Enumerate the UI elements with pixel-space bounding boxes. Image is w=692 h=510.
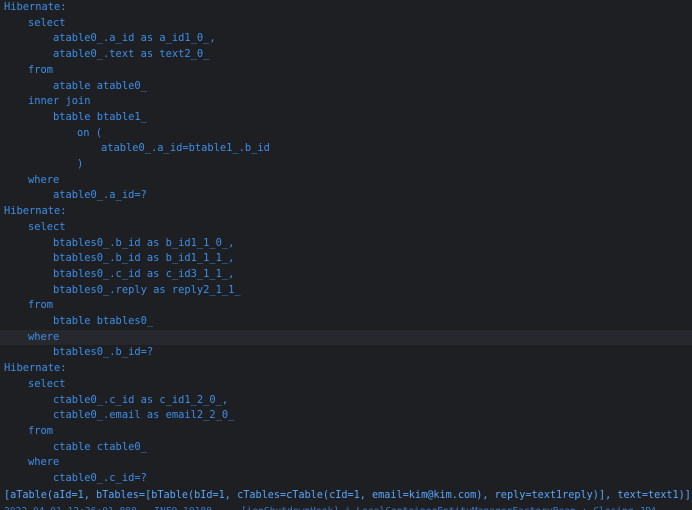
console-line: atable0_.a_id=? bbox=[0, 188, 692, 204]
result-output-line: [aTable(aId=1, bTables=[bTable(bId=1, cT… bbox=[0, 488, 692, 504]
console-line-text: Hibernate: bbox=[4, 362, 67, 375]
console-line: ctable ctable0_ bbox=[0, 440, 692, 456]
console-line: from bbox=[0, 298, 692, 314]
console-line-text: where bbox=[28, 330, 60, 343]
console-line: atable0_.a_id as a_id1_0_, bbox=[0, 31, 692, 47]
console-line: atable atable0_ bbox=[0, 79, 692, 95]
console-line: from bbox=[0, 63, 692, 79]
console-line-text: inner join bbox=[28, 95, 91, 108]
console-line-text: where bbox=[28, 173, 60, 186]
console-line: btables0_.c_id as c_id3_1_1_, bbox=[0, 267, 692, 283]
console-line-text: ) bbox=[77, 158, 84, 170]
console-line-text: from bbox=[28, 299, 54, 312]
console-line: Hibernate: bbox=[0, 204, 692, 220]
console-line-text: select bbox=[28, 377, 66, 390]
console-line: inner join bbox=[0, 94, 692, 110]
console-line-text: Hibernate: bbox=[4, 1, 67, 13]
console-line: select bbox=[0, 377, 692, 393]
console-line: btables0_.b_id=? bbox=[0, 345, 692, 361]
console-line: where bbox=[0, 455, 692, 471]
console-line: btables0_.b_id as b_id1_1_0_, bbox=[0, 236, 692, 252]
console-line: atable0_.a_id=btable1_.b_id bbox=[0, 141, 692, 157]
result-output-text: [aTable(aId=1, bTables=[bTable(bId=1, cT… bbox=[4, 489, 691, 501]
console-line-text: atable atable0_ bbox=[53, 79, 147, 92]
console-line: btables0_.b_id as b_id1_1_1_, bbox=[0, 251, 692, 267]
console-line-text: select bbox=[28, 220, 66, 233]
console-line-text: Hibernate: bbox=[4, 205, 67, 218]
console-line: where bbox=[0, 173, 692, 189]
console-line: ctable0_.c_id as c_id1_2_0_, bbox=[0, 393, 692, 409]
console-line-text: on ( bbox=[77, 126, 103, 139]
console-line: Hibernate: bbox=[0, 0, 692, 16]
console-line: select bbox=[0, 220, 692, 236]
console-line: select bbox=[0, 16, 692, 32]
console-line-text: btables0_.reply as reply2_1_1_ bbox=[53, 283, 241, 296]
console-line-text: from bbox=[28, 424, 54, 437]
console-line: where bbox=[0, 329, 692, 346]
console-line-text: ctable0_.c_id=? bbox=[53, 472, 147, 484]
console-line-text: atable0_.a_id=? bbox=[53, 189, 147, 202]
console-line: btables0_.reply as reply2_1_1_ bbox=[0, 283, 692, 299]
console-line: ctable0_.c_id=? bbox=[0, 471, 692, 487]
console-line-text: ctable0_.email as email2_2_0_ bbox=[53, 409, 235, 422]
console-line: Hibernate: bbox=[0, 361, 692, 377]
console-line-text: atable0_.text as text2_0_ bbox=[53, 48, 210, 61]
console-line-text: where bbox=[28, 456, 60, 469]
console-line-text: btables0_.c_id as c_id3_1_1_, bbox=[53, 267, 235, 280]
log-line: 2022-04-01 12:26:01.888 INFO 10188 --- [… bbox=[0, 504, 692, 510]
console-line: btable btable1_ bbox=[0, 110, 692, 126]
log-line-text: 2022-04-01 12:26:01.888 INFO 10188 --- [… bbox=[4, 504, 657, 510]
console-line-text: ctable0_.c_id as c_id1_2_0_, bbox=[53, 393, 229, 406]
console-line: ctable0_.email as email2_2_0_ bbox=[0, 408, 692, 424]
console-output: Hibernate: select atable0_.a_id as a_id1_0… bbox=[0, 0, 692, 510]
console-line-text: btable btables0_ bbox=[53, 315, 154, 327]
console-line: on ( bbox=[0, 126, 692, 142]
console-line: from bbox=[0, 424, 692, 440]
console-line-text: from bbox=[28, 63, 54, 76]
console-line-text: atable0_.a_id=btable1_.b_id bbox=[101, 142, 270, 155]
console-line-text: btables0_.b_id=? bbox=[53, 346, 154, 359]
console-line-text: btable btable1_ bbox=[53, 110, 147, 123]
console-line-text: btables0_.b_id as b_id1_1_0_, bbox=[53, 236, 235, 249]
console-line: ) bbox=[0, 157, 692, 173]
console-line-text: btables0_.b_id as b_id1_1_1_, bbox=[53, 252, 235, 265]
console-line: btable btables0_ bbox=[0, 314, 692, 330]
console-line-text: ctable ctable0_ bbox=[53, 440, 147, 453]
console-line-text: select bbox=[28, 16, 66, 29]
console-line-text: atable0_.a_id as a_id1_0_, bbox=[53, 32, 216, 45]
console-line: atable0_.text as text2_0_ bbox=[0, 47, 692, 63]
